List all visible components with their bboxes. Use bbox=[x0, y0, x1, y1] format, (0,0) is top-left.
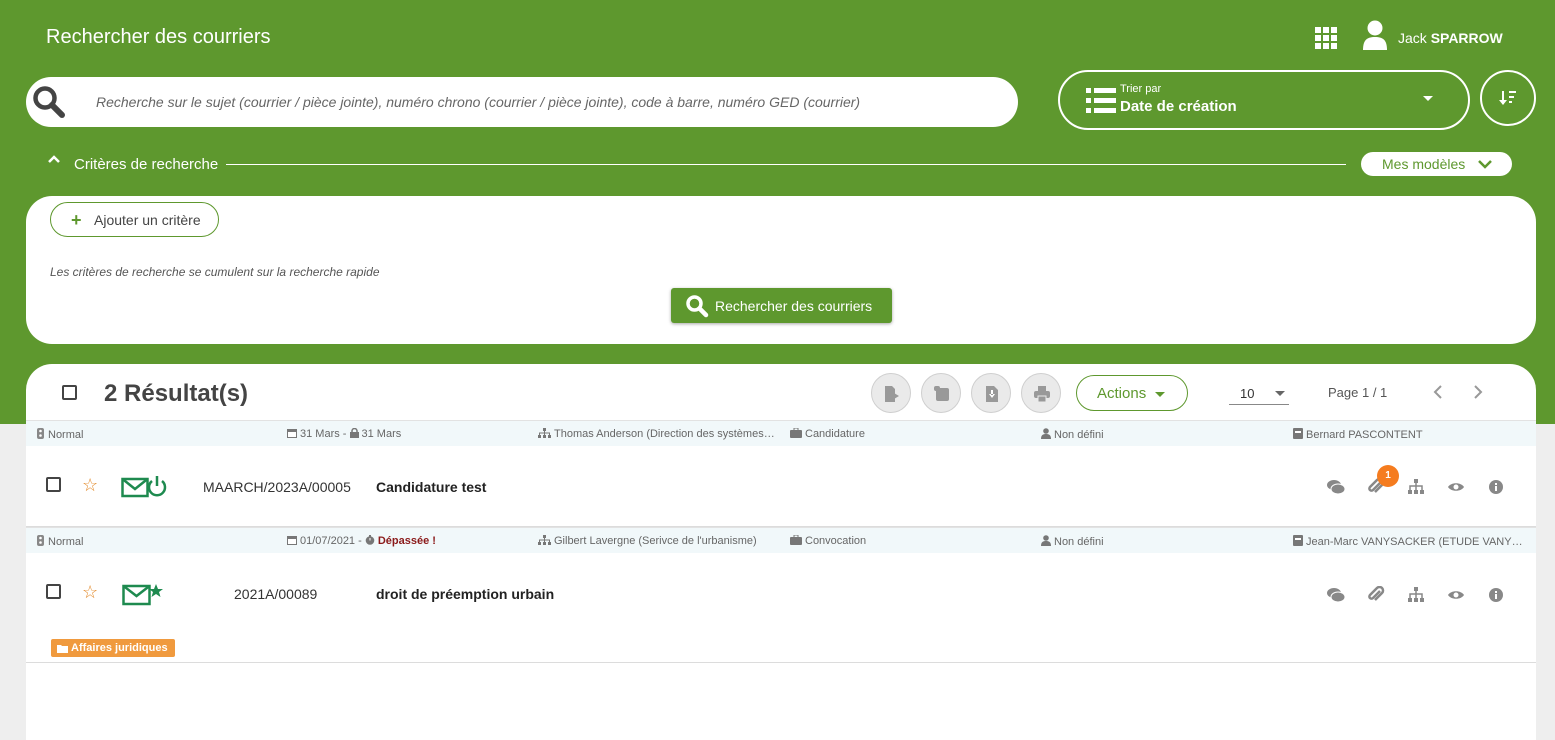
user-icon bbox=[1041, 428, 1051, 439]
sort-descending-icon bbox=[1499, 91, 1516, 105]
user-icon bbox=[1041, 535, 1051, 546]
list-icon bbox=[1086, 88, 1116, 113]
actions-button[interactable]: Actions bbox=[1076, 375, 1188, 411]
contact: Non défini bbox=[1041, 535, 1104, 548]
criteria-title: Critères de recherche bbox=[74, 156, 219, 173]
folder-icon bbox=[57, 645, 68, 653]
table-row[interactable]: ☆ 2021A/00089 droit de préemption urbain… bbox=[26, 553, 1536, 663]
sort-select[interactable]: Trier par Date de création bbox=[1058, 70, 1470, 130]
doctype: Convocation bbox=[790, 535, 866, 547]
search-icon bbox=[686, 295, 709, 318]
mail-closed-icon bbox=[121, 476, 167, 498]
sitemap-icon[interactable] bbox=[1407, 586, 1425, 604]
mail-subject[interactable]: droit de préemption urbain bbox=[376, 586, 554, 602]
mail-meta-row: Normal 01/07/2021 - Dépassée ! Gilbert L… bbox=[26, 527, 1536, 553]
search-input[interactable] bbox=[96, 77, 996, 127]
sitemap-icon[interactable] bbox=[1407, 478, 1425, 496]
download-file-icon bbox=[986, 386, 998, 402]
export-icon bbox=[885, 386, 899, 402]
chrono-number: MAARCH/2023A/00005 bbox=[203, 479, 351, 495]
sender: Jean-Marc VANYSACKER (ETUDE VANYSACKER) bbox=[1293, 535, 1523, 548]
chevron-right-icon[interactable] bbox=[1470, 384, 1486, 400]
search-mails-button[interactable]: Rechercher des courriers bbox=[671, 288, 892, 323]
print-button[interactable] bbox=[1021, 373, 1061, 413]
scroll-icon bbox=[934, 386, 949, 401]
lock-icon bbox=[349, 428, 359, 438]
chevron-down-icon bbox=[1478, 160, 1492, 169]
star-icon[interactable]: ☆ bbox=[82, 582, 98, 603]
select-all-checkbox[interactable] bbox=[62, 385, 77, 400]
search-icon bbox=[33, 86, 65, 118]
quick-search-box[interactable] bbox=[26, 77, 1018, 127]
notes-icon[interactable] bbox=[1327, 478, 1345, 496]
table-row[interactable]: ☆ MAARCH/2023A/00005 Candidature test 1 bbox=[26, 446, 1536, 527]
caret-down-icon bbox=[1155, 392, 1165, 397]
traffic-light-icon bbox=[37, 535, 44, 546]
folder-tag[interactable]: Affaires juridiques bbox=[51, 639, 175, 657]
mail-new-icon bbox=[122, 584, 163, 606]
user-icon[interactable] bbox=[1362, 20, 1388, 50]
suitcase-icon bbox=[790, 428, 802, 438]
chevron-down-icon bbox=[1423, 96, 1433, 101]
row-checkbox[interactable] bbox=[46, 584, 61, 599]
contact: Non défini bbox=[1041, 428, 1104, 441]
mail-dates: 31 Mars - 31 Mars bbox=[287, 428, 401, 440]
doctype: Candidature bbox=[790, 428, 865, 440]
results-panel: 2 Résultat(s) Actions 10 Page 1 / 1 Norm… bbox=[26, 364, 1536, 740]
printer-icon bbox=[1034, 386, 1050, 403]
traffic-light-icon bbox=[37, 428, 44, 439]
address-book-icon bbox=[1293, 535, 1303, 546]
mail-subject[interactable]: Candidature test bbox=[376, 479, 486, 495]
paperclip-icon[interactable] bbox=[1367, 586, 1385, 604]
caret-down-icon bbox=[1275, 391, 1285, 396]
eye-icon[interactable] bbox=[1447, 586, 1465, 604]
mail-meta-row: Normal 31 Mars - 31 Mars Thomas Anderson… bbox=[26, 420, 1536, 446]
sort-label: Trier par bbox=[1120, 83, 1162, 95]
eye-icon[interactable] bbox=[1447, 478, 1465, 496]
star-icon[interactable]: ☆ bbox=[82, 475, 98, 496]
page-title: Rechercher des courriers bbox=[46, 26, 271, 48]
sender: Bernard PASCONTENT bbox=[1293, 428, 1531, 441]
attachment-count-badge: 1 bbox=[1377, 465, 1399, 487]
info-icon[interactable] bbox=[1487, 478, 1505, 496]
chevron-left-icon[interactable] bbox=[1430, 384, 1446, 400]
apps-grid-icon[interactable] bbox=[1315, 27, 1337, 49]
plus-icon: + bbox=[71, 210, 82, 230]
sort-value: Date de création bbox=[1120, 98, 1237, 115]
download-button[interactable] bbox=[971, 373, 1011, 413]
print-slip-button[interactable] bbox=[921, 373, 961, 413]
my-models-button[interactable]: Mes modèles bbox=[1361, 152, 1512, 176]
info-icon[interactable] bbox=[1487, 586, 1505, 604]
address-book-icon bbox=[1293, 428, 1303, 439]
chrono-number: 2021A/00089 bbox=[234, 586, 318, 602]
priority: Normal bbox=[36, 428, 83, 441]
user-name[interactable]: Jack SPARROW bbox=[1398, 30, 1503, 46]
divider bbox=[226, 164, 1346, 165]
notes-icon[interactable] bbox=[1327, 586, 1345, 604]
assignee: Thomas Anderson (Direction des systèmes … bbox=[538, 428, 776, 440]
suitcase-icon bbox=[790, 535, 802, 545]
page-info: Page 1 / 1 bbox=[1328, 385, 1388, 400]
sitemap-icon bbox=[538, 535, 551, 545]
priority: Normal bbox=[36, 535, 83, 548]
add-criteria-button[interactable]: + Ajouter un critère bbox=[50, 202, 219, 237]
assignee: Gilbert Lavergne (Serivce de l'urbanisme… bbox=[538, 535, 776, 547]
row-checkbox[interactable] bbox=[46, 477, 61, 492]
criteria-panel: + Ajouter un critère Les critères de rec… bbox=[26, 196, 1536, 344]
calendar-icon bbox=[287, 429, 297, 438]
results-count: 2 Résultat(s) bbox=[104, 380, 249, 407]
chevron-up-icon[interactable] bbox=[47, 152, 61, 166]
calendar-icon bbox=[287, 536, 297, 545]
stopwatch-icon bbox=[365, 535, 375, 545]
mail-dates: 01/07/2021 - Dépassée ! bbox=[287, 535, 436, 547]
sort-order-button[interactable] bbox=[1480, 70, 1536, 126]
page-size-select[interactable]: 10 bbox=[1229, 378, 1289, 405]
sitemap-icon bbox=[538, 428, 551, 438]
export-button[interactable] bbox=[871, 373, 911, 413]
criteria-hint: Les critères de recherche se cumulent su… bbox=[50, 265, 380, 279]
